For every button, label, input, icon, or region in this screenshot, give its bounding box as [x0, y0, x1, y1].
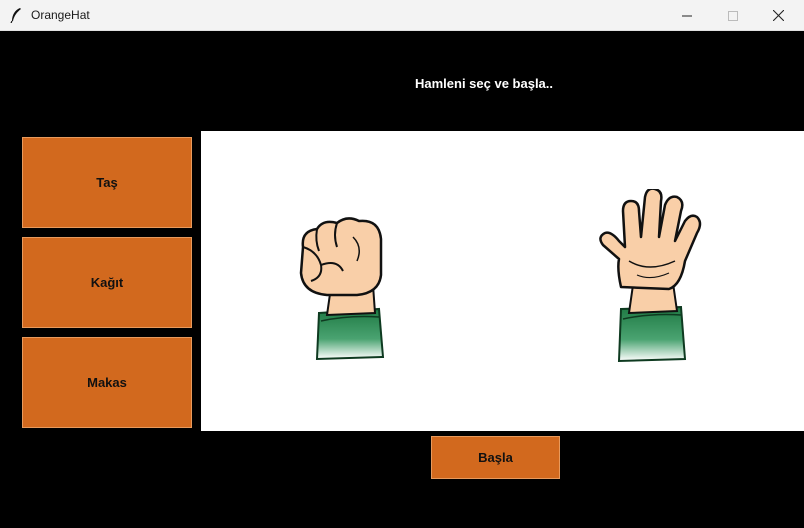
instruction-text: Hamleni seç ve başla..	[414, 76, 554, 91]
close-icon	[772, 10, 784, 21]
title-bar[interactable]: OrangeHat	[0, 0, 804, 31]
rock-hand-icon	[299, 217, 385, 361]
game-arena	[201, 131, 804, 431]
start-button[interactable]: Başla	[431, 436, 560, 479]
rock-button[interactable]: Taş	[22, 137, 192, 228]
maximize-icon	[728, 10, 738, 21]
close-button[interactable]	[755, 0, 801, 31]
game-window: Hamleni seç ve başla.. Taş Kağıt Makas B…	[0, 31, 804, 528]
window-title: OrangeHat	[31, 8, 90, 22]
paper-hand-icon	[599, 189, 702, 363]
scissors-button[interactable]: Makas	[22, 337, 192, 428]
minimize-icon	[682, 15, 692, 16]
minimize-button[interactable]	[664, 0, 710, 31]
paper-button[interactable]: Kağıt	[22, 237, 192, 328]
feather-icon	[10, 8, 21, 23]
maximize-button[interactable]	[710, 0, 756, 31]
